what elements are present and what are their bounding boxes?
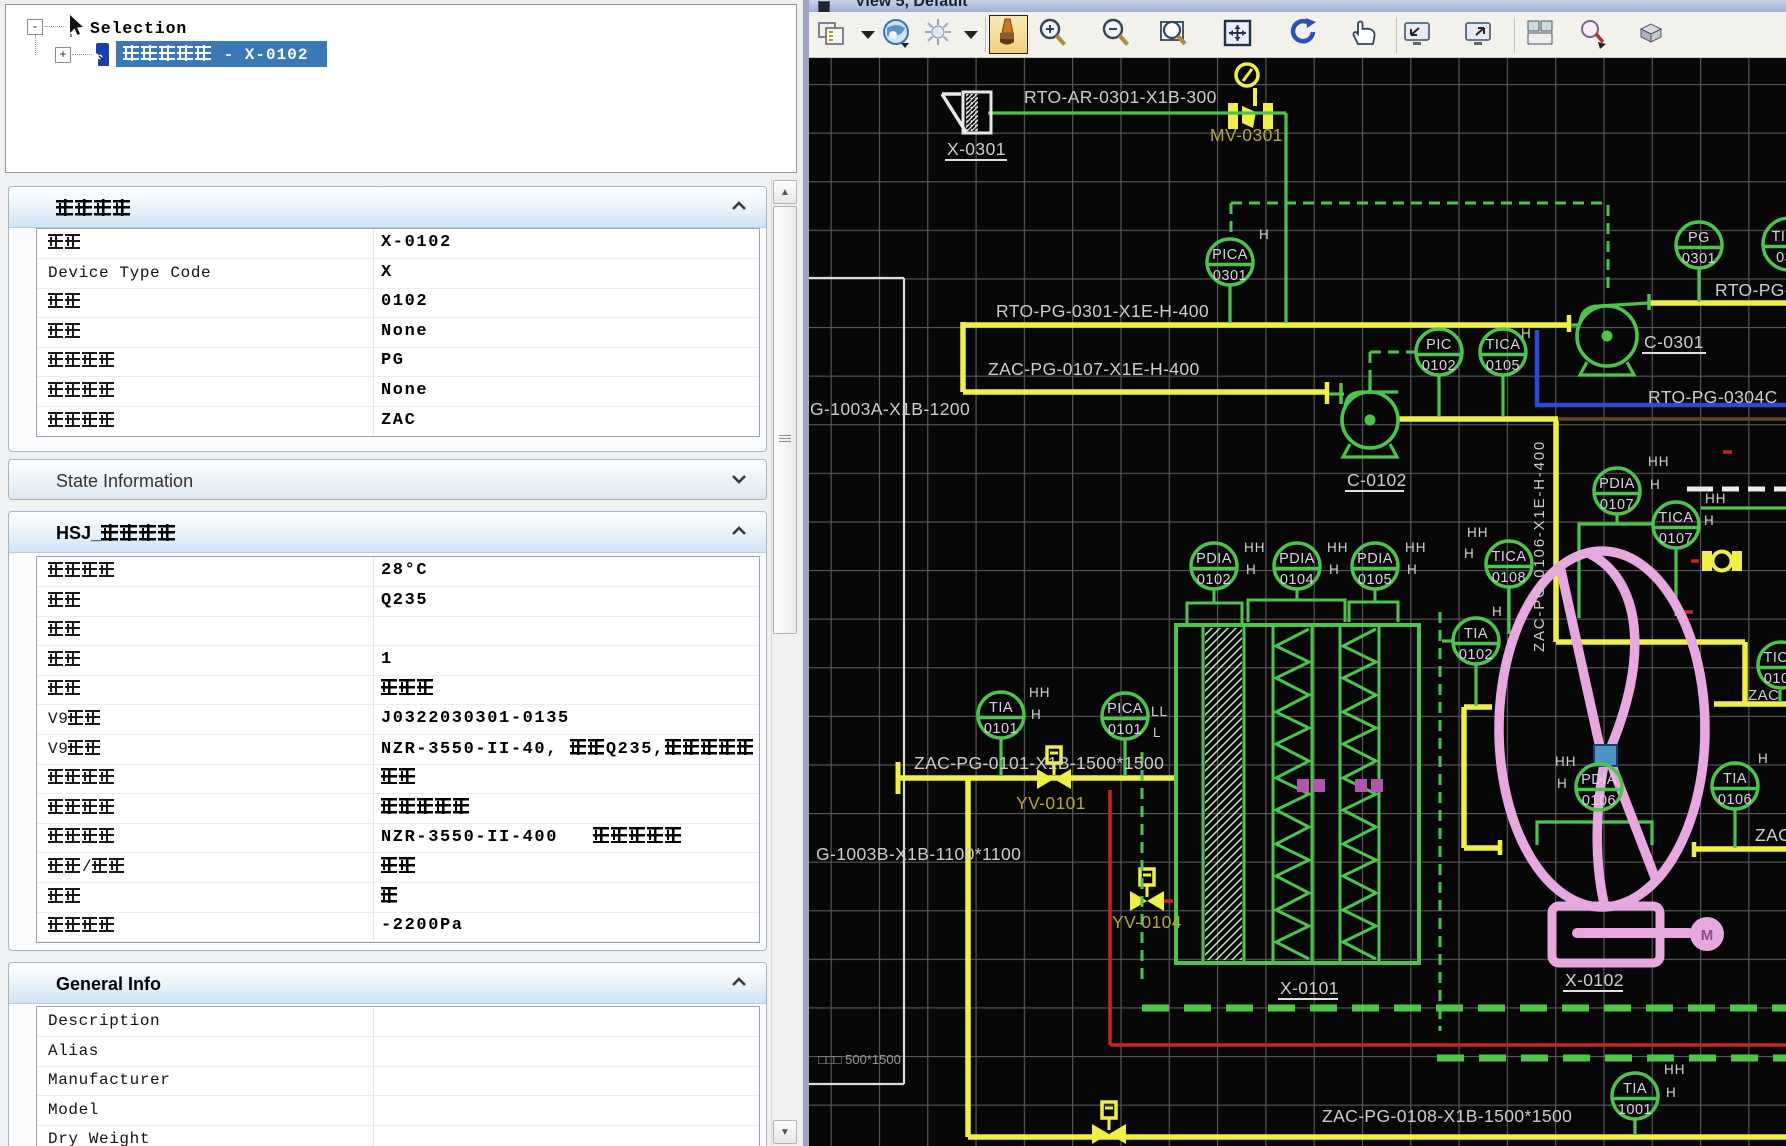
svg-text:0105: 0105 [1358,572,1392,588]
svg-text:YV-0104: YV-0104 [1112,912,1182,932]
svg-text:PICA: PICA [1107,701,1143,717]
svg-text:HH: HH [1029,685,1051,700]
svg-text:0104: 0104 [1280,572,1314,588]
svg-text:PDIA: PDIA [1279,551,1315,567]
svg-text:L: L [1153,725,1162,740]
svg-text:0101: 0101 [984,721,1018,737]
svg-text:H: H [1666,1085,1677,1100]
svg-text:RTO-AR-0301-X1B-300: RTO-AR-0301-X1B-300 [1024,87,1217,107]
svg-text:ZAC: ZAC [1748,687,1779,704]
svg-text:ZAC-PG-0108-X1B-1500*1500: ZAC-PG-0108-X1B-1500*1500 [1322,1106,1572,1126]
svg-text:ZAC-PG-0106-X1E-H-400: ZAC-PG-0106-X1E-H-400 [1531,440,1548,652]
svg-text:X-0102: X-0102 [1565,970,1624,990]
svg-text:H: H [1329,562,1340,577]
svg-text:1001: 1001 [1618,1102,1652,1118]
svg-text:0103: 0103 [1764,671,1786,687]
svg-text:RTO-PG-0301-X1E-H-400: RTO-PG-0301-X1E-H-400 [996,301,1209,321]
svg-text:HH: HH [1664,1062,1686,1077]
svg-text:0102: 0102 [1422,358,1456,374]
svg-text:0105: 0105 [1486,358,1520,374]
svg-text:ZAC-PG-0101-X1B-1500*1500: ZAC-PG-0101-X1B-1500*1500 [914,753,1164,773]
svg-text:PDIA: PDIA [1357,551,1393,567]
svg-text:G-1003A-X1B-1200: G-1003A-X1B-1200 [810,399,970,419]
svg-text:X-0101: X-0101 [1280,978,1339,998]
svg-text:0301: 0301 [1682,251,1716,267]
svg-text:M: M [1701,927,1714,944]
svg-text:ZAC-PG-0107-X1E-H-400: ZAC-PG-0107-X1E-H-400 [988,359,1200,379]
svg-text:TIA: TIA [1723,771,1747,787]
svg-text:TICA: TICA [1485,337,1520,353]
svg-text:H: H [1557,776,1568,791]
svg-text:TIA: TIA [1623,1081,1647,1097]
svg-text:YV-0101: YV-0101 [1016,793,1086,813]
svg-text:□□□ 500*1500: □□□ 500*1500 [818,1052,901,1067]
svg-text:0107: 0107 [1659,531,1693,547]
svg-text:H: H [1492,604,1503,619]
svg-text:0301: 0301 [1213,268,1247,284]
svg-text:PDIA: PDIA [1581,772,1617,788]
svg-text:HH: HH [1405,540,1427,555]
svg-text:H: H [1650,477,1661,492]
svg-text:MV-0301: MV-0301 [1210,125,1283,145]
svg-text:X-0301: X-0301 [947,139,1006,159]
svg-text:RTO-PG-030: RTO-PG-030 [1715,280,1786,300]
svg-text:PG: PG [1688,230,1710,246]
svg-text:ZAC: ZAC [1755,825,1786,845]
svg-text:H: H [1031,707,1042,722]
svg-text:0108: 0108 [1492,570,1526,586]
svg-text:0101: 0101 [1108,722,1142,738]
svg-text:PIC: PIC [1426,337,1452,353]
svg-text:TICA: TICA [1491,549,1526,565]
svg-text:HH: HH [1327,540,1349,555]
svg-text:HH: HH [1648,454,1670,469]
svg-text:H: H [1521,326,1532,341]
svg-text:TIA: TIA [1464,626,1488,642]
svg-text:RTO-PG-0304C: RTO-PG-0304C [1648,387,1778,407]
svg-text:HH: HH [1705,491,1727,506]
svg-text:0107: 0107 [1600,497,1634,513]
svg-text:PDIA: PDIA [1196,551,1232,567]
svg-text:C-0102: C-0102 [1347,470,1407,490]
svg-text:PICA: PICA [1212,247,1248,263]
svg-text:HH: HH [1555,754,1577,769]
svg-text:H: H [1259,227,1270,242]
svg-text:030: 030 [1776,250,1786,266]
svg-text:0102: 0102 [1459,647,1493,663]
svg-text:0106: 0106 [1582,793,1616,809]
svg-text:0106: 0106 [1718,792,1752,808]
svg-text:H: H [1246,562,1257,577]
svg-text:TICA: TICA [1658,510,1693,526]
svg-text:C-0301: C-0301 [1644,332,1704,352]
svg-text:TIA: TIA [989,700,1013,716]
svg-text:PDIA: PDIA [1599,476,1635,492]
svg-text:TICA: TICA [1771,229,1786,245]
svg-text:H: H [1704,513,1715,528]
svg-text:TICA: TICA [1763,650,1786,666]
svg-text:H: H [1758,751,1769,766]
svg-text:0102: 0102 [1197,572,1231,588]
svg-text:LL: LL [1151,704,1168,719]
svg-text:HH: HH [1467,525,1489,540]
svg-text:H: H [1407,562,1418,577]
svg-text:HH: HH [1244,540,1266,555]
svg-text:H: H [1464,546,1475,561]
svg-text:G-1003B-X1B-1100*1100: G-1003B-X1B-1100*1100 [816,844,1021,864]
